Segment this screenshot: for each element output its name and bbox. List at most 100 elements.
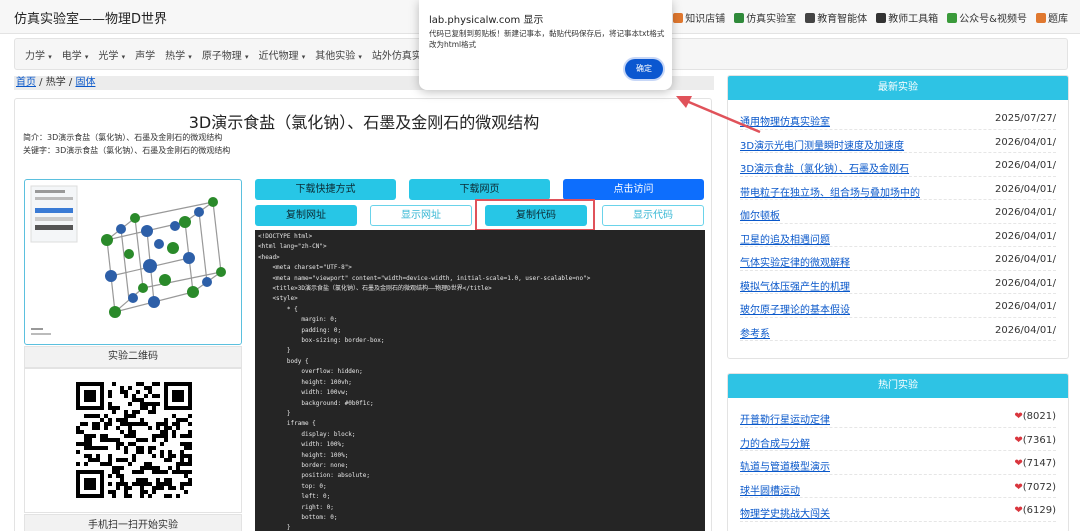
latest-item-date: 2026/04/01/ <box>994 183 1056 195</box>
code-line: * { <box>258 305 298 313</box>
dialog-message: 代码已复制到剪贴板！新建记事本，黏贴代码保存后，将记事本txt格式改为html格… <box>429 29 665 49</box>
nav-item-acoustics[interactable]: 声学 <box>135 47 155 62</box>
breadcrumb-home[interactable]: 首页 <box>16 77 36 88</box>
download-page-button[interactable]: 下载网页 <box>409 179 550 200</box>
popular-item-link[interactable]: 开普勒行星运动定律 <box>740 411 830 426</box>
latest-item-link[interactable]: 模拟气体压强产生的机理 <box>740 278 850 293</box>
heart-icon: ❤ <box>1014 481 1023 493</box>
code-line: <html lang="zh-CN"> <box>258 243 327 251</box>
latest-item-link[interactable]: 玻尔原子理论的基本假设 <box>740 301 850 316</box>
copy-url-button[interactable]: 复制网址 <box>255 205 357 226</box>
latest-item-link[interactable]: 通用物理仿真实验室 <box>740 113 830 128</box>
top-link-lab[interactable]: 仿真实验室 <box>734 10 796 25</box>
code-line: padding: 0; <box>258 326 342 334</box>
code-line: height: 100%; <box>258 451 349 459</box>
latest-row: 气体实验定律的微观解释 2026/04/01/ <box>740 247 1056 271</box>
top-link-toolbox[interactable]: 教师工具箱 <box>876 10 938 25</box>
show-url-button[interactable]: 显示网址 <box>370 205 472 226</box>
code-line: <head> <box>258 253 280 261</box>
qr-label: 实验二维码 <box>24 346 242 368</box>
dialog-origin: lab.physicalw.com 显示 <box>429 15 544 26</box>
nav-item-modern[interactable]: 近代物理 ▾ <box>259 47 306 62</box>
nav-item-optics[interactable]: 光学 ▾ <box>98 47 125 62</box>
toolbox-icon <box>876 12 887 23</box>
alert-dialog: lab.physicalw.com 显示 代码已复制到剪贴板！新建记事本，黏贴代… <box>419 0 672 90</box>
popular-item-link[interactable]: 球半圆槽运动 <box>740 482 800 497</box>
heart-icon: ❤ <box>1014 411 1023 422</box>
popular-item-count: ❤(7361) <box>1014 435 1056 446</box>
experiment-thumbnail[interactable] <box>24 179 242 345</box>
popular-item-count: ❤(6129) <box>1014 505 1056 516</box>
breadcrumb-sep: / <box>36 77 46 88</box>
top-link-wechat[interactable]: 公众号&视频号 <box>947 10 1027 25</box>
chevron-down-icon: ▾ <box>84 52 89 61</box>
robot-icon <box>805 12 816 23</box>
latest-item-date: 2026/04/01/ <box>994 254 1056 265</box>
code-line: box-sizing: border-box; <box>258 337 385 345</box>
latest-item-link[interactable]: 3D演示食盐（氯化钠）、石墨及金刚石 <box>740 160 909 175</box>
nav-item-electricity[interactable]: 电学 ▾ <box>62 47 89 62</box>
experiment-keywords: 关键字：3D演示食盐（氯化钠）、石墨及金刚石的微观结构 <box>23 146 231 155</box>
latest-item-date: 2026/04/01/ <box>994 207 1056 218</box>
popular-item-count: ❤(7072) <box>1014 482 1056 493</box>
nav-item-other[interactable]: 其他实验 ▾ <box>315 47 362 62</box>
latest-row: 卫星的追及相遇问题 2026/04/01/ <box>740 224 1056 247</box>
chevron-down-icon: ▾ <box>301 52 306 61</box>
top-link-shop[interactable]: 知识店铺 <box>673 10 725 25</box>
latest-item-link[interactable]: 卫星的追及相遇问题 <box>740 231 830 246</box>
popular-row: 球半圆槽运动 ❤(7072) <box>740 475 1056 498</box>
latest-item-date: 2026/04/01/ <box>994 230 1056 242</box>
chevron-down-icon: ▾ <box>358 52 362 61</box>
top-link-quiz[interactable]: 题库 <box>1036 10 1068 25</box>
site-title[interactable]: 仿真实验室——物理D世界 <box>14 8 167 27</box>
code-line: position: absolute; <box>258 472 370 480</box>
code-line: <title>3D演示食盐（氯化钠）、石墨及金刚石的微观结构——物理D世界</t… <box>258 285 492 293</box>
popular-item-link[interactable]: 力的合成与分解 <box>740 435 810 450</box>
top-link-ai[interactable]: 教育智能体 <box>805 10 867 25</box>
latest-item-link[interactable]: 3D演示光电门测量瞬时速度及加速度 <box>740 137 904 152</box>
latest-item-date: 2026/04/01/ <box>994 277 1056 289</box>
code-line: } <box>258 524 291 531</box>
code-line: border: none; <box>258 461 349 469</box>
popular-item-link[interactable]: 轨道与管道模型演示 <box>740 458 830 473</box>
code-line: left: 0; <box>258 493 331 501</box>
code-line: <style> <box>258 295 298 303</box>
latest-item-link[interactable]: 带电粒子在独立场、组合场与叠加场中的 <box>740 184 920 199</box>
popular-experiments-panel: 热门实验 开普勒行星运动定律 ❤(8021) 力的合成与分解 ❤(7361) 轨道与管道… <box>727 373 1069 531</box>
heart-icon: ❤ <box>1014 505 1023 516</box>
code-line: margin: 0; <box>258 316 338 324</box>
page-title: 3D演示食盐（氯化钠）、石墨及金刚石的微观结构 <box>188 113 540 132</box>
code-line: <!DOCTYPE html> <box>258 233 313 240</box>
code-line: background: #0b0f1c; <box>258 399 374 407</box>
breadcrumb-sep: / <box>65 77 76 88</box>
like-count: (7147) <box>1022 458 1056 469</box>
like-count: (7072) <box>1022 481 1056 493</box>
latest-row: 通用物理仿真实验室 2025/07/27/ <box>740 106 1056 130</box>
latest-item-link[interactable]: 伽尔顿板 <box>740 207 780 222</box>
code-line: body { <box>258 357 309 365</box>
latest-item-date: 2025/07/27/ <box>994 113 1056 124</box>
flask-icon <box>734 12 745 23</box>
nav-item-mechanics[interactable]: 力学 ▾ <box>25 47 52 62</box>
phone-icon <box>947 12 958 23</box>
popular-item-count: ❤(8021) <box>1014 411 1056 422</box>
popular-item-link[interactable]: 物理学史挑战大闯关 <box>740 505 830 520</box>
show-code-button[interactable]: 显示代码 <box>602 205 704 226</box>
latest-item-link[interactable]: 参考系 <box>740 325 770 340</box>
code-line: width: 100vw; <box>258 389 349 397</box>
code-line: bottom: 0; <box>258 513 338 521</box>
latest-item-date: 2026/04/01/ <box>994 160 1056 171</box>
code-line: iframe { <box>258 420 316 428</box>
latest-row: 伽尔顿板 2026/04/01/ <box>740 200 1056 224</box>
nav-item-atomic[interactable]: 原子物理 ▾ <box>202 47 249 62</box>
dialog-ok-button[interactable]: 确定 <box>625 59 663 79</box>
popular-item-count: ❤(7147) <box>1014 458 1056 469</box>
visit-button[interactable]: 点击访问 <box>563 179 704 200</box>
highlight-box <box>475 199 595 231</box>
code-line: } <box>258 409 291 417</box>
nav-item-thermal[interactable]: 热学 ▾ <box>165 47 192 62</box>
code-viewer[interactable]: <!DOCTYPE html> <html lang="zh-CN"> <head>… <box>255 230 705 531</box>
breadcrumb-current[interactable]: 固体 <box>75 77 95 88</box>
download-shortcut-button[interactable]: 下载快捷方式 <box>255 179 396 200</box>
latest-item-link[interactable]: 气体实验定律的微观解释 <box>740 254 850 269</box>
